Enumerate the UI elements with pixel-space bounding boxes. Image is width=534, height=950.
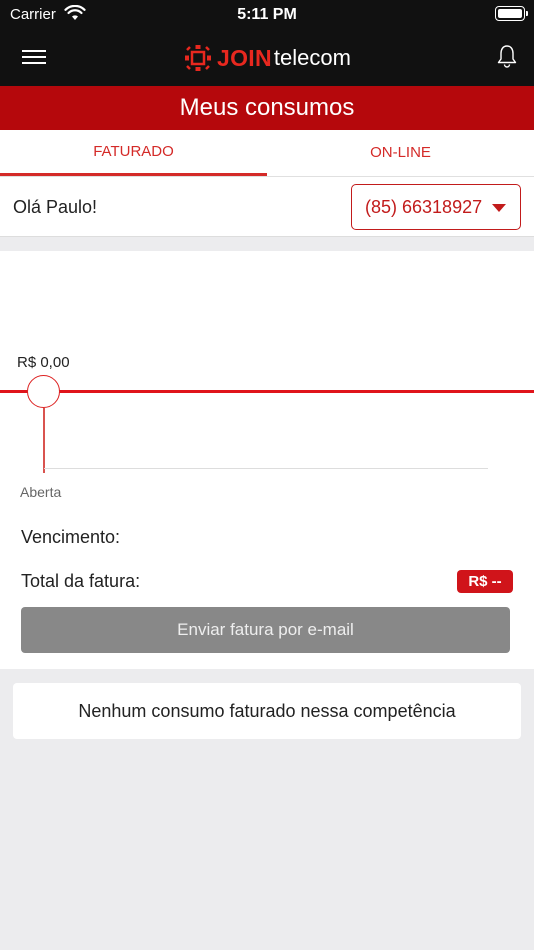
status-bar: Carrier 5:11 PM: [0, 0, 534, 30]
tab-bar: FATURADO ON-LINE: [0, 130, 534, 177]
page-title: Meus consumos: [0, 86, 534, 130]
invoice-total-label: Total da fatura:: [21, 571, 141, 591]
tab-faturado[interactable]: FATURADO: [0, 130, 267, 176]
join-telecom-logo: JOIN telecom: [184, 42, 351, 74]
phone-number-value: (85) 66318927: [365, 197, 483, 217]
phone-number-select[interactable]: (85) 66318927: [351, 184, 521, 230]
invoice-amount: R$ 0,00: [17, 354, 70, 371]
battery-icon: [495, 6, 528, 21]
timeline-point[interactable]: [27, 375, 60, 408]
navbar: JOIN telecom: [0, 30, 534, 86]
hamburger-menu-icon[interactable]: [22, 46, 46, 68]
due-date-label: Vencimento:: [21, 527, 121, 547]
send-invoice-email-button[interactable]: Enviar fatura por e-mail: [21, 607, 510, 653]
logo-mark-icon: [185, 45, 211, 71]
empty-state-message: Nenhum consumo faturado nessa competênci…: [13, 683, 521, 739]
invoice-total-badge: R$ --: [457, 570, 513, 593]
logo-suffix-text: telecom: [273, 45, 351, 70]
greeting-bar: Olá Paulo! (85) 66318927: [0, 177, 534, 237]
invoice-card: R$ 0,00 Aberta Vencimento: Total da fatu…: [0, 251, 534, 669]
logo-brand-text: JOIN: [217, 44, 272, 71]
tab-online[interactable]: ON-LINE: [267, 130, 534, 176]
timeline-baseline: [44, 468, 488, 469]
timeline-stem: [43, 408, 45, 473]
bell-icon[interactable]: [496, 44, 518, 68]
caret-down-icon: [492, 204, 506, 212]
greeting-text: Olá Paulo!: [13, 197, 98, 217]
timeline-line: [0, 390, 534, 393]
invoice-status: Aberta: [20, 484, 62, 500]
clock: 5:11 PM: [237, 6, 297, 23]
